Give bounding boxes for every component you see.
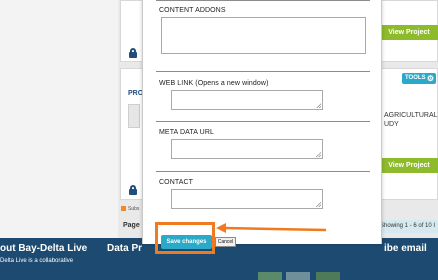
gear-icon: ⚙ <box>426 74 434 83</box>
cancel-button[interactable]: Cancel <box>215 237 236 247</box>
footer-thumbnail <box>286 272 310 280</box>
project-title-prefix[interactable]: PRO <box>128 90 143 97</box>
subscribe-link[interactable]: Subs <box>128 206 139 212</box>
tools-badge[interactable]: TOOLS ⚙ <box>402 73 436 84</box>
footer-data-title: Data Pr <box>107 243 143 254</box>
content-addons-section: CONTENT ADDONS <box>156 0 370 68</box>
web-link-field[interactable] <box>171 90 323 110</box>
project-title-line2: UDY <box>384 121 399 128</box>
results-count: Showing 1 - 6 of 10 I <box>378 220 438 233</box>
lock-icon <box>129 48 137 58</box>
footer-about-title: out Bay-Delta Live <box>0 243 88 254</box>
content-addons-label: CONTENT ADDONS <box>159 7 226 14</box>
footer-subscribe-title: ibe email <box>384 243 427 254</box>
pointer-arrow-icon <box>216 223 327 233</box>
view-project-button[interactable]: View Project <box>380 25 438 40</box>
meta-data-url-label: META DATA URL <box>159 129 214 136</box>
meta-data-url-field[interactable] <box>171 139 323 159</box>
content-addons-field[interactable] <box>161 17 366 54</box>
view-project-button[interactable]: View Project <box>380 158 438 173</box>
edit-project-modal: CONTENT ADDONS WEB LINK (Opens a new win… <box>142 0 382 244</box>
web-link-section: WEB LINK (Opens a new window) <box>156 71 370 121</box>
rss-icon <box>121 206 126 211</box>
tools-label: TOOLS <box>405 75 426 81</box>
project-title-line1: AGRICULTURAL <box>384 112 438 119</box>
contact-label: CONTACT <box>159 179 194 186</box>
left-column <box>0 0 118 238</box>
web-link-label: WEB LINK (Opens a new window) <box>159 80 269 87</box>
resize-handle[interactable] <box>316 103 321 108</box>
highlight-box <box>155 222 215 254</box>
project-thumbnail <box>128 104 140 128</box>
footer-about-text: Delta Live is a collaborative <box>0 258 74 264</box>
resize-handle[interactable] <box>316 152 321 157</box>
footer-thumbnail <box>258 272 282 280</box>
resize-handle[interactable] <box>316 202 321 207</box>
meta-data-url-section: META DATA URL <box>156 121 370 171</box>
footer-thumbnail <box>316 272 340 280</box>
contact-section: CONTACT <box>156 171 370 221</box>
pagination-label: Page <box>123 222 140 229</box>
lock-icon <box>129 185 137 195</box>
contact-field[interactable] <box>171 189 323 209</box>
